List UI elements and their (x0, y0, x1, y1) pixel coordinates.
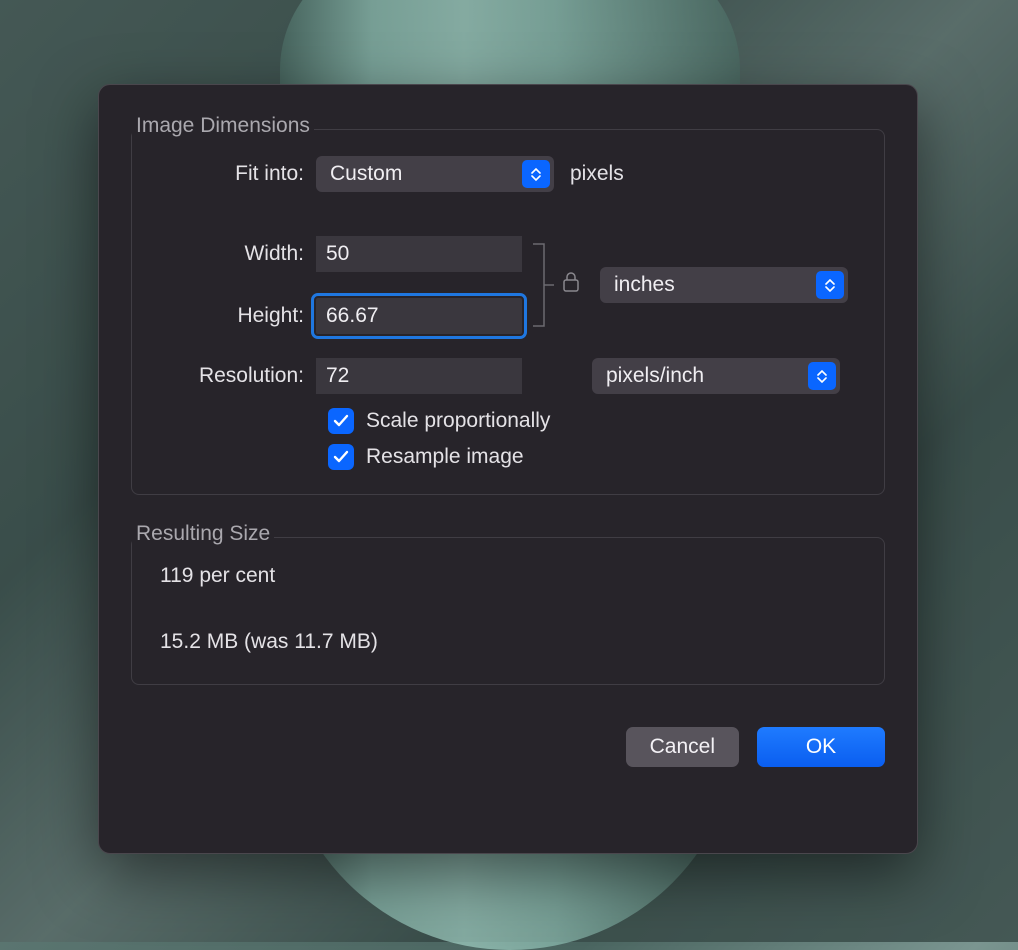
stepper-icon (816, 271, 844, 299)
size-unit-value: inches (614, 273, 675, 297)
fit-into-select[interactable]: Custom (316, 156, 554, 192)
height-input[interactable] (316, 298, 522, 334)
resolution-unit-value: pixels/inch (606, 364, 704, 388)
scale-proportionally-checkbox[interactable]: Scale proportionally (328, 408, 860, 434)
image-size-dialog: Image Dimensions Fit into: Custom pixels… (98, 84, 918, 854)
width-label: Width: (156, 242, 316, 266)
resulting-filesize: 15.2 MB (was 11.7 MB) (160, 630, 856, 654)
resulting-percent: 119 per cent (160, 564, 856, 588)
checkmark-icon (328, 408, 354, 434)
checkmark-icon (328, 444, 354, 470)
image-dimensions-group: Image Dimensions Fit into: Custom pixels… (131, 129, 885, 495)
fit-into-value: Custom (330, 162, 402, 186)
fit-into-label: Fit into: (156, 162, 316, 186)
height-label: Height: (156, 304, 316, 328)
resolution-label: Resolution: (156, 364, 316, 388)
resolution-unit-select[interactable]: pixels/inch (592, 358, 840, 394)
stepper-icon (522, 160, 550, 188)
resulting-size-group: Resulting Size 119 per cent 15.2 MB (was… (131, 537, 885, 685)
scale-proportionally-label: Scale proportionally (366, 409, 550, 433)
size-unit-select[interactable]: inches (600, 267, 848, 303)
width-input[interactable] (316, 236, 522, 272)
link-bracket-icon (532, 242, 556, 328)
lock-icon (562, 271, 580, 299)
dialog-buttons: Cancel OK (131, 727, 885, 767)
resolution-input[interactable] (316, 358, 522, 394)
fit-into-units: pixels (570, 162, 624, 186)
resample-image-label: Resample image (366, 445, 524, 469)
cancel-button[interactable]: Cancel (626, 727, 739, 767)
image-dimensions-title: Image Dimensions (132, 114, 314, 138)
ok-button[interactable]: OK (757, 727, 885, 767)
resulting-size-title: Resulting Size (132, 522, 274, 546)
resample-image-checkbox[interactable]: Resample image (328, 444, 860, 470)
stepper-icon (808, 362, 836, 390)
